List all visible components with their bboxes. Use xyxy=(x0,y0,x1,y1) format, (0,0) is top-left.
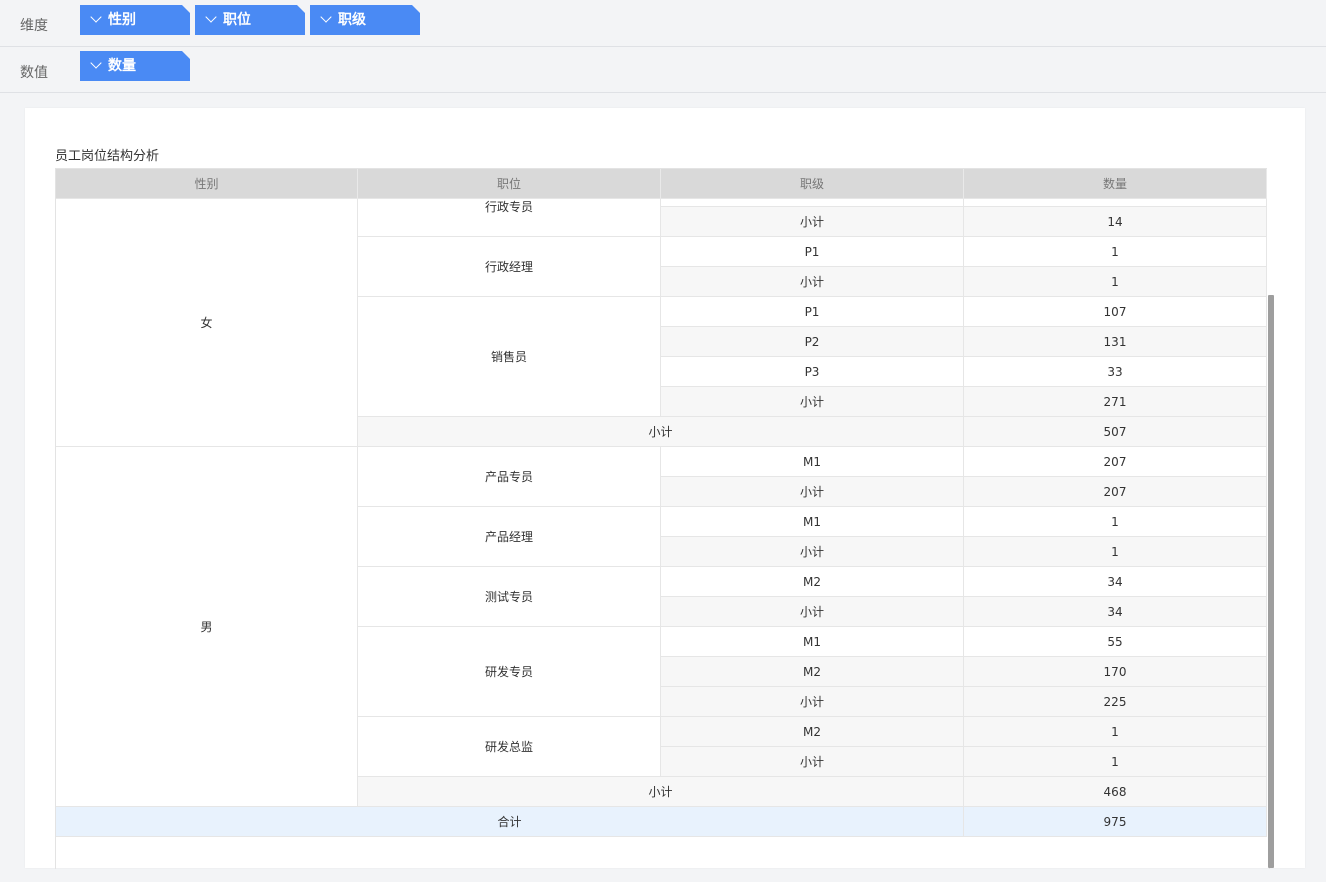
chevron-down-icon xyxy=(90,57,101,68)
dimension-pill-gender[interactable]: 性别 xyxy=(80,5,190,35)
count-cell: 1 xyxy=(964,747,1267,777)
count-cell: 55 xyxy=(964,627,1267,657)
position-cell: 行政经理 xyxy=(358,237,661,297)
chevron-down-icon xyxy=(90,11,101,22)
count-cell: 271 xyxy=(964,387,1267,417)
count-cell: 207 xyxy=(964,477,1267,507)
level-cell: 小计 xyxy=(661,267,964,297)
level-cell: M1 xyxy=(661,447,964,477)
level-cell: P2 xyxy=(661,327,964,357)
count-cell: 34 xyxy=(964,597,1267,627)
count-cell: 33 xyxy=(964,357,1267,387)
gender-cell: 男 xyxy=(56,447,358,807)
count-cell: 1 xyxy=(964,717,1267,747)
count-cell: 131 xyxy=(964,327,1267,357)
table-header-cell: 职级 xyxy=(661,169,964,199)
chevron-down-icon xyxy=(320,11,331,22)
level-cell: 小计 xyxy=(661,207,964,237)
subtotal-cell: 507 xyxy=(964,417,1267,447)
level-cell: P3 xyxy=(661,357,964,387)
table-header-cell: 性别 xyxy=(56,169,358,199)
position-cell: 测试专员 xyxy=(358,567,661,627)
count-cell: 107 xyxy=(964,297,1267,327)
level-cell: 小计 xyxy=(661,687,964,717)
level-cell: M1 xyxy=(661,507,964,537)
subtotal-label-cell: 小计 xyxy=(358,417,964,447)
dimension-label: 维度 xyxy=(20,18,48,34)
pivot-grid: P114小计14行政专员P11小计1行政经理P1107P2131P333小计27… xyxy=(56,169,1269,869)
count-cell: 34 xyxy=(964,567,1267,597)
report-card: 员工岗位结构分析 P114小计14行政专员P11小计1行政经理P1107P213… xyxy=(25,108,1305,869)
level-cell: 小计 xyxy=(661,597,964,627)
count-cell: 1 xyxy=(964,267,1267,297)
level-cell: M2 xyxy=(661,717,964,747)
total-label-cell: 合计 xyxy=(56,807,964,837)
count-cell: 1 xyxy=(964,537,1267,567)
level-cell: M1 xyxy=(661,627,964,657)
level-cell: 小计 xyxy=(661,537,964,567)
table-header-cell: 职位 xyxy=(358,169,661,199)
count-cell: 14 xyxy=(964,207,1267,237)
subtotal-label-cell: 小计 xyxy=(358,777,964,807)
level-cell: 小计 xyxy=(661,477,964,507)
count-cell: 225 xyxy=(964,687,1267,717)
value-label: 数值 xyxy=(20,65,48,81)
dimension-pill-position[interactable]: 职位 xyxy=(195,5,305,35)
dimension-pill-level[interactable]: 职级 xyxy=(310,5,420,35)
level-cell: P1 xyxy=(661,297,964,327)
table-header-cell: 数量 xyxy=(964,169,1267,199)
count-cell: 1 xyxy=(964,507,1267,537)
level-cell: M2 xyxy=(661,657,964,687)
level-cell: 小计 xyxy=(661,387,964,417)
level-cell: M2 xyxy=(661,567,964,597)
position-cell: 研发专员 xyxy=(358,627,661,717)
value-pill-count[interactable]: 数量 xyxy=(80,51,190,81)
level-cell: 小计 xyxy=(661,747,964,777)
position-cell: 销售员 xyxy=(358,297,661,417)
pivot-table[interactable]: P114小计14行政专员P11小计1行政经理P1107P2131P333小计27… xyxy=(55,168,1270,869)
position-cell: 产品经理 xyxy=(358,507,661,567)
count-cell: 1 xyxy=(964,237,1267,267)
scrollbar-thumb[interactable] xyxy=(1268,295,1274,868)
dimension-bar: 维度 性别 职位 职级 xyxy=(0,0,1326,47)
value-bar: 数值 数量 xyxy=(0,46,1326,93)
level-cell: P1 xyxy=(661,237,964,267)
report-title: 员工岗位结构分析 xyxy=(55,149,160,164)
count-cell: 170 xyxy=(964,657,1267,687)
count-cell: 207 xyxy=(964,447,1267,477)
subtotal-cell: 468 xyxy=(964,777,1267,807)
gender-cell: 女 xyxy=(56,199,358,447)
position-cell: 研发总监 xyxy=(358,717,661,777)
total-cell: 975 xyxy=(964,807,1267,837)
position-cell: 产品专员 xyxy=(358,447,661,507)
chevron-down-icon xyxy=(205,11,216,22)
